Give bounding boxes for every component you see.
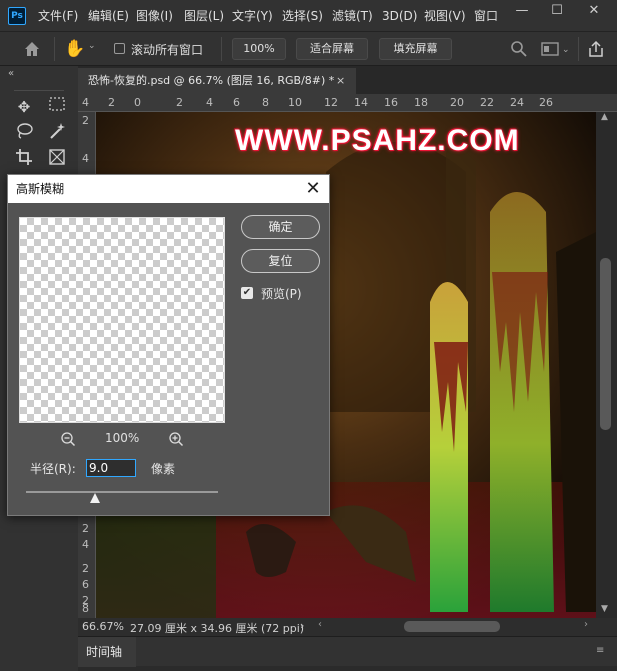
dialog-close-button[interactable]: ✕ <box>301 177 325 201</box>
ruler-tick-label: 12 <box>324 96 338 109</box>
ruler-tick-label: 6 <box>82 578 89 591</box>
gaussian-blur-dialog: 高斯模糊 ✕ 100% 确定 复位 ✔ 预览(P) 半径(R): 像素 <box>7 174 330 516</box>
ruler-tick-label: 4 <box>82 538 89 551</box>
tab-timeline[interactable]: 时间轴 <box>78 637 136 667</box>
ruler-tick-label: 2 <box>176 96 183 109</box>
vertical-scroll-thumb[interactable] <box>600 258 611 430</box>
fill-screen-button[interactable]: 填充屏幕 <box>379 38 452 60</box>
move-tool-icon[interactable]: ✥ <box>13 96 35 118</box>
document-tab-title: 恐怖-恢复的.psd @ 66.7% (图层 16, RGB/8#) * <box>88 74 335 87</box>
scroll-up-icon[interactable]: ▲ <box>601 112 608 122</box>
document-tab-bar: 恐怖-恢复的.psd @ 66.7% (图层 16, RGB/8#) * × <box>78 66 617 94</box>
crop-tool-icon[interactable] <box>13 148 35 170</box>
preview-checkbox[interactable]: ✔ <box>241 287 253 299</box>
timeline-label: 时间轴 <box>86 645 123 659</box>
marquee-tool-icon[interactable] <box>46 96 68 118</box>
zoom-out-icon[interactable] <box>60 431 76 447</box>
menu-item[interactable]: 窗口 <box>474 0 498 32</box>
preview-label: 预览(P) <box>261 287 302 301</box>
frame-tool-icon[interactable] <box>46 148 68 170</box>
ruler-tick-label: 2 <box>82 114 89 127</box>
ruler-tick-label: 4 <box>82 96 89 109</box>
ruler-tick-label: 8 <box>82 602 89 615</box>
hand-tool-icon[interactable]: ✋ <box>64 38 86 60</box>
menu-item[interactable]: 滤镜(T) <box>332 0 373 32</box>
status-menu-arrow-icon[interactable]: › <box>300 619 304 632</box>
ruler-tick-label: 0 <box>134 96 141 109</box>
menu-item[interactable]: 文字(Y) <box>232 0 273 32</box>
horizontal-ruler: 4 2 0 2 4 6 8 10 12 14 16 18 20 22 24 26 <box>78 94 617 112</box>
preview-pane[interactable] <box>19 217 225 423</box>
menu-item[interactable]: 视图(V) <box>424 0 466 32</box>
radius-unit: 像素 <box>151 462 176 476</box>
collapse-panel-icon[interactable]: « <box>8 68 14 79</box>
ruler-tick-label: 14 <box>354 96 368 109</box>
scroll-all-label: 滚动所有窗口 <box>131 43 204 57</box>
ruler-tick-label: 20 <box>450 96 464 109</box>
menu-item[interactable]: 文件(F) <box>38 0 78 32</box>
ruler-tick-label: 18 <box>414 96 428 109</box>
ruler-tick-label: 16 <box>384 96 398 109</box>
menu-item[interactable]: 图像(I) <box>136 0 173 32</box>
ruler-tick-label: 8 <box>262 96 269 109</box>
timeline-panel: 时间轴 ≡ <box>78 636 617 667</box>
ruler-tick-label: 2 <box>82 522 89 535</box>
horizontal-scroll-thumb[interactable] <box>404 621 500 632</box>
scroll-down-icon[interactable]: ▼ <box>601 604 608 614</box>
radius-input[interactable] <box>86 459 136 477</box>
zoom-status[interactable]: 66.67% <box>82 620 124 633</box>
menu-item[interactable]: 选择(S) <box>282 0 323 32</box>
reset-button[interactable]: 复位 <box>241 249 320 273</box>
menu-item[interactable]: 3D(D) <box>382 0 417 32</box>
dialog-title: 高斯模糊 <box>16 182 65 196</box>
options-bar: ✋ ⌄ 滚动所有窗口 100% 适合屏幕 填充屏幕 ⌄ <box>0 32 617 66</box>
radius-label: 半径(R): <box>30 462 76 476</box>
chevron-down-icon[interactable]: ⌄ <box>562 45 570 55</box>
close-tab-icon[interactable]: × <box>336 68 345 94</box>
ruler-tick-label: 2 <box>82 562 89 575</box>
ruler-tick-label: 2 <box>108 96 115 109</box>
ruler-tick-label: 4 <box>82 152 89 165</box>
dialog-titlebar[interactable]: 高斯模糊 ✕ <box>8 175 329 203</box>
panel-menu-icon[interactable]: ≡ <box>596 645 604 656</box>
fit-screen-button[interactable]: 适合屏幕 <box>296 38 368 60</box>
lasso-tool-icon[interactable] <box>13 122 35 144</box>
scroll-all-checkbox[interactable] <box>114 43 125 54</box>
menu-item[interactable]: 图层(L) <box>184 0 224 32</box>
chevron-down-icon[interactable]: ⌄ <box>88 41 96 51</box>
share-icon[interactable] <box>586 39 606 59</box>
ruler-tick-label: 10 <box>288 96 302 109</box>
ruler-tick-label: 26 <box>539 96 553 109</box>
document-size-status: 27.09 厘米 x 34.96 厘米 (72 ppi) <box>130 622 305 635</box>
ruler-tick-label: 4 <box>206 96 213 109</box>
menu-bar: Ps 文件(F) 编辑(E) 图像(I) 图层(L) 文字(Y) 选择(S) 滤镜(T) 3D… <box>0 0 617 32</box>
zoom-level-button[interactable]: 100% <box>232 38 286 60</box>
scroll-right-icon[interactable]: › <box>584 619 588 630</box>
maximize-button[interactable]: ☐ <box>540 0 574 22</box>
preview-zoom-level: 100% <box>105 431 140 445</box>
workspace-icon[interactable] <box>540 40 560 58</box>
photoshop-logo-icon: Ps <box>8 7 26 25</box>
status-bar: 66.67% 27.09 厘米 x 34.96 厘米 (72 ppi) › ‹ … <box>78 618 617 636</box>
ruler-tick-label: 22 <box>480 96 494 109</box>
radius-slider-thumb[interactable] <box>90 493 100 503</box>
ruler-tick-label: 6 <box>233 96 240 109</box>
magic-wand-tool-icon[interactable] <box>46 122 68 144</box>
zoom-in-icon[interactable] <box>168 431 184 447</box>
scroll-left-icon[interactable]: ‹ <box>318 619 322 630</box>
document-tab[interactable]: 恐怖-恢复的.psd @ 66.7% (图层 16, RGB/8#) * × <box>78 68 356 94</box>
minimize-button[interactable]: — <box>505 0 539 22</box>
radius-slider[interactable] <box>26 491 218 493</box>
close-window-button[interactable]: ✕ <box>577 0 611 22</box>
ok-button[interactable]: 确定 <box>241 215 320 239</box>
home-icon[interactable] <box>22 39 42 59</box>
search-icon[interactable] <box>510 40 528 58</box>
watermark-text: WWW.PSAHZ.COM <box>235 124 520 157</box>
ruler-tick-label: 24 <box>510 96 524 109</box>
menu-item[interactable]: 编辑(E) <box>88 0 129 32</box>
